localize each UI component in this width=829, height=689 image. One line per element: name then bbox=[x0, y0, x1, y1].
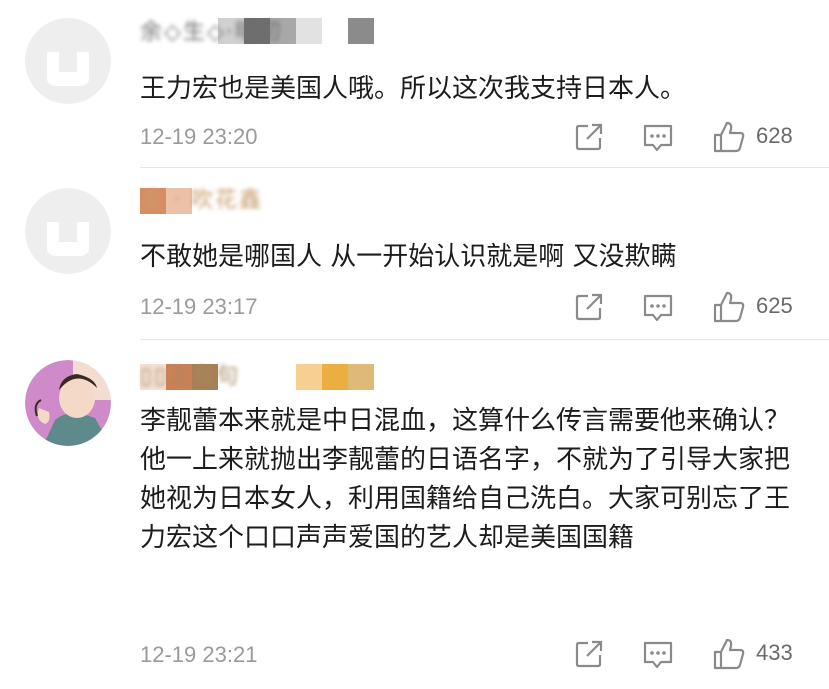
comment-icon[interactable] bbox=[642, 292, 674, 328]
share-icon[interactable] bbox=[574, 122, 604, 156]
comment-list: 余◇生◇·明初 王力宏也是美国人哦。所以这次我支持日本人。 12-19 23:2… bbox=[0, 0, 829, 689]
timestamp: 12-19 23:17 bbox=[140, 294, 258, 319]
comment-item: ▯▯上有句 李靓蕾本来就是中日混血，这算什么传言需要他来确认？他一上来就抛出李靓… bbox=[0, 340, 829, 689]
comment-icon[interactable] bbox=[642, 122, 674, 158]
default-avatar-icon bbox=[25, 188, 111, 274]
comment-actions: 628 bbox=[574, 120, 804, 154]
avatar[interactable] bbox=[25, 18, 111, 104]
like-count: 433 bbox=[756, 640, 793, 665]
comment-icon[interactable] bbox=[642, 639, 674, 675]
like-icon[interactable] bbox=[712, 637, 746, 675]
comment-text: 王力宏也是美国人哦。所以这次我支持日本人。 bbox=[140, 74, 687, 104]
username[interactable]: 凌 · 吹花鑫 bbox=[140, 186, 263, 216]
avatar[interactable] bbox=[25, 188, 111, 274]
comment-item: 凌 · 吹花鑫 不敢她是哪国人 从一开始认识就是啊 又没欺瞒 12-19 23:… bbox=[0, 168, 829, 340]
comment-text: 李靓蕾本来就是中日混血，这算什么传言需要他来确认？他一上来就抛出李靓蕾的日语名字… bbox=[140, 406, 791, 553]
username[interactable]: 余◇生◇·明初 bbox=[140, 18, 283, 48]
cartoon-avatar-icon bbox=[25, 360, 111, 446]
timestamp: 12-19 23:20 bbox=[140, 124, 258, 149]
default-avatar-icon bbox=[25, 18, 111, 104]
share-icon[interactable] bbox=[574, 639, 604, 673]
like-icon[interactable] bbox=[712, 290, 746, 328]
share-icon[interactable] bbox=[574, 292, 604, 326]
comment-actions: 433 bbox=[574, 637, 804, 671]
comment-text: 不敢她是哪国人 从一开始认识就是啊 又没欺瞒 bbox=[140, 242, 677, 272]
username[interactable]: ▯▯上有句 bbox=[140, 362, 240, 392]
like-count: 625 bbox=[756, 293, 793, 318]
comment-item: 余◇生◇·明初 王力宏也是美国人哦。所以这次我支持日本人。 12-19 23:2… bbox=[0, 0, 829, 168]
avatar[interactable] bbox=[25, 360, 111, 446]
like-count: 628 bbox=[756, 123, 793, 148]
comment-actions: 625 bbox=[574, 290, 804, 324]
like-icon[interactable] bbox=[712, 120, 746, 158]
timestamp: 12-19 23:21 bbox=[140, 642, 258, 667]
